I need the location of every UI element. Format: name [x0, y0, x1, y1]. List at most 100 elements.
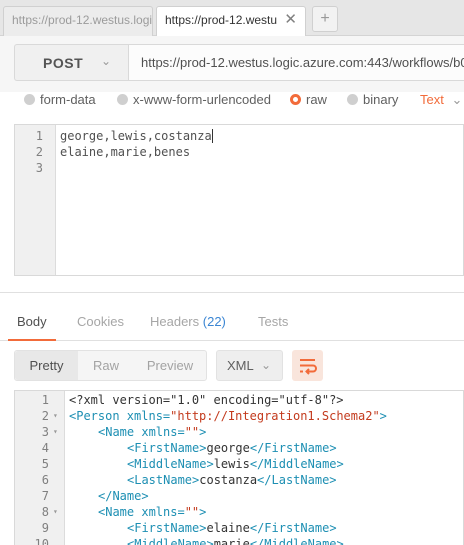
xml-tag: </FirstName>: [249, 521, 337, 535]
xml-text: elaine: [206, 521, 250, 535]
tab-active[interactable]: https://prod-12.westu ✕: [156, 6, 306, 37]
xml-attribute: xmlns=: [119, 409, 171, 423]
xml-string: "": [184, 425, 200, 439]
request-body-editor[interactable]: 1 george,lewis,costanza 2 elaine,marie,bene…: [14, 124, 464, 276]
chevron-down-icon: ⌄: [261, 358, 272, 372]
radio-label: binary: [363, 92, 399, 107]
xml-attribute: xmlns=: [134, 505, 185, 519]
fold-toggle-icon[interactable]: ▾: [53, 504, 58, 520]
fold-toggle-icon[interactable]: ▾: [53, 424, 58, 440]
raw-button[interactable]: Raw: [78, 351, 134, 380]
radio-label: raw: [306, 92, 327, 107]
method-select[interactable]: POST ⌄: [14, 44, 128, 81]
xml-text: costanza: [199, 473, 258, 487]
tab-headers-label: Headers: [150, 314, 200, 329]
line-number: 3: [35, 161, 43, 175]
response-body-viewer[interactable]: 1 <?xml version="1.0" encoding="utf-8"?> 2…: [14, 390, 464, 545]
preview-button[interactable]: Preview: [134, 351, 206, 380]
format-label: XML: [227, 358, 254, 373]
fold-toggle-icon[interactable]: ▾: [53, 408, 58, 424]
pretty-button[interactable]: Pretty: [15, 351, 78, 380]
tab-bar: https://prod-12.westus.logic https://pro…: [0, 0, 464, 37]
radio-selected-icon: [290, 94, 301, 105]
tab-headers[interactable]: Headers (22): [150, 314, 226, 329]
tab-title: https://prod-12.westus.logic: [12, 13, 153, 27]
xml-tag: <Person: [69, 409, 120, 423]
line-number: 3: [41, 425, 49, 439]
line-number: 1: [35, 129, 43, 143]
code-line: <Person xmlns="http://Integration1.Schem…: [69, 408, 387, 424]
xml-tag: </FirstName>: [249, 441, 337, 455]
xml-tag: >: [199, 505, 207, 519]
line-number: 4: [41, 441, 49, 455]
xml-tag: <MiddleName>: [127, 457, 214, 471]
line-number: 6: [41, 473, 49, 487]
line-number: 7: [41, 489, 49, 503]
xml-string: "": [184, 505, 200, 519]
wrap-lines-icon: [300, 359, 317, 375]
line-number: 2: [35, 145, 43, 159]
xml-text: marie: [213, 537, 250, 545]
tab-body[interactable]: Body: [17, 314, 47, 329]
code-line: <MiddleName>marie</MiddleName>: [127, 536, 344, 545]
xml-string: "http://Integration1.Schema2": [170, 409, 380, 423]
url-input[interactable]: https://prod-12.westus.logic.azure.com:4…: [128, 44, 464, 81]
tab-inactive[interactable]: https://prod-12.westus.logic: [3, 6, 153, 36]
response-tabs: Body Cookies Headers (22) Tests: [0, 303, 464, 341]
line-number: 9: [41, 521, 49, 535]
xml-attribute: xmlns=: [134, 425, 185, 439]
view-mode-toggle: Pretty Raw Preview: [14, 350, 207, 381]
xml-text: lewis: [213, 457, 250, 471]
code-line: <Name xmlns="">: [98, 504, 206, 520]
radio-label: x-www-form-urlencoded: [133, 92, 271, 107]
chevron-down-icon: ⌄: [451, 92, 463, 107]
active-tab-indicator: [8, 339, 56, 341]
code-line: george,lewis,costanza: [60, 129, 212, 143]
code-line: elaine,marie,benes: [60, 145, 191, 159]
xml-tag: </Name>: [98, 489, 149, 503]
radio-raw[interactable]: raw: [290, 92, 327, 107]
line-number: 1: [41, 393, 49, 407]
line-number: 5: [41, 457, 49, 471]
radio-icon: [347, 94, 358, 105]
headers-count-badge: (22): [202, 314, 226, 329]
line-number: 2: [41, 409, 49, 423]
text-cursor: [212, 129, 213, 143]
xml-tag: <FirstName>: [127, 441, 207, 455]
xml-tag: <Name: [98, 505, 135, 519]
radio-icon: [24, 94, 35, 105]
radio-label: form-data: [40, 92, 96, 107]
code-line: </Name>: [98, 488, 149, 504]
code-line: <Name xmlns="">: [98, 424, 206, 440]
code-line: <FirstName>elaine</FirstName>: [127, 520, 337, 536]
text-type-dropdown[interactable]: Text ⌄: [420, 92, 462, 108]
tab-cookies[interactable]: Cookies: [77, 314, 124, 329]
radio-binary[interactable]: binary: [347, 92, 398, 107]
xml-tag: <MiddleName>: [127, 537, 214, 545]
xml-tag: >: [379, 409, 387, 423]
xml-tag: <Name: [98, 425, 135, 439]
radio-form-data[interactable]: form-data: [24, 92, 96, 107]
line-number: 10: [34, 537, 49, 545]
close-icon[interactable]: ✕: [284, 7, 297, 33]
radio-urlencoded[interactable]: x-www-form-urlencoded: [117, 92, 271, 107]
xml-tag: </MiddleName>: [249, 457, 344, 471]
method-label: POST: [43, 55, 84, 71]
wrap-lines-button[interactable]: [292, 350, 323, 381]
tab-tests[interactable]: Tests: [258, 314, 288, 329]
tab-title: https://prod-12.westu: [165, 13, 278, 27]
text-type-label: Text: [420, 92, 444, 107]
xml-tag: <LastName>: [127, 473, 200, 487]
new-tab-button[interactable]: +: [312, 6, 338, 32]
code-line: <?xml version="1.0" encoding="utf-8"?>: [69, 392, 344, 408]
request-bar: POST ⌄ https://prod-12.westus.logic.azur…: [0, 36, 464, 92]
xml-tag: <FirstName>: [127, 521, 207, 535]
xml-tag: >: [199, 425, 207, 439]
radio-icon: [117, 94, 128, 105]
code-line: <FirstName>george</FirstName>: [127, 440, 337, 456]
code-line: <MiddleName>lewis</MiddleName>: [127, 456, 344, 472]
xml-text: george: [206, 441, 250, 455]
xml-tag: </LastName>: [257, 473, 337, 487]
plus-icon: +: [320, 10, 330, 27]
format-select[interactable]: XML ⌄: [216, 350, 283, 381]
